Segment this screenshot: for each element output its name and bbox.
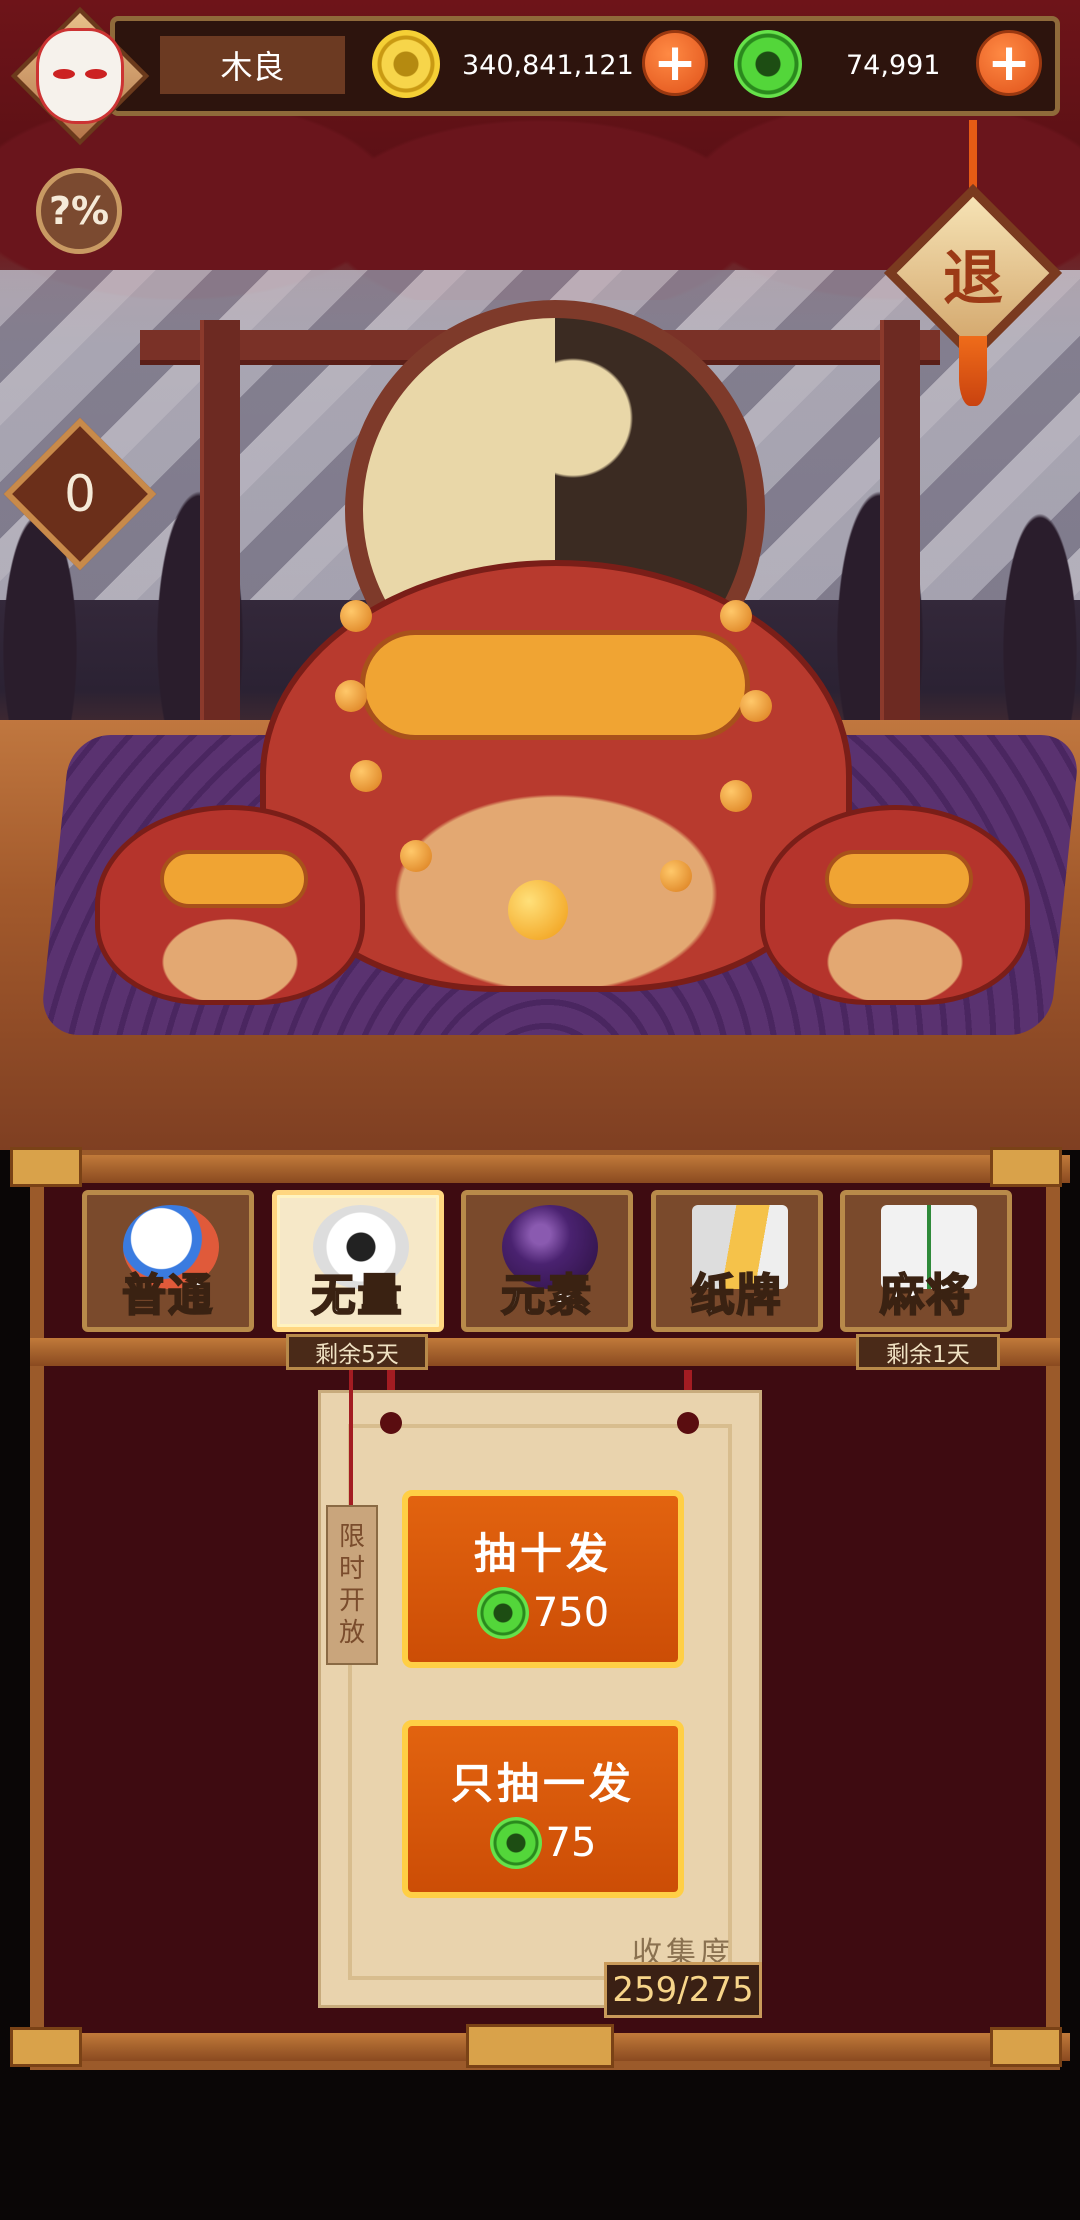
small-toad-left [95, 805, 365, 1005]
ten-pull-label: 抽十发 [473, 1528, 612, 1578]
gold-amount: 340,841,121 [462, 49, 634, 81]
tab-label: 无量 [311, 1269, 404, 1322]
tab-element[interactable]: 元素 [461, 1190, 633, 1332]
jade-amount: 74,991 [846, 49, 941, 81]
single-pull-cost-value: 75 [545, 1819, 597, 1866]
pin-icon [677, 1412, 699, 1434]
exit-label[interactable]: 退 [910, 210, 1036, 336]
probability-help-button[interactable]: ?% [36, 168, 122, 254]
pin-icon [380, 1412, 402, 1434]
tag-cord [349, 1370, 353, 1510]
tab-infinite[interactable]: 无量 [271, 1190, 444, 1332]
limited-tag-char: 时 [338, 1554, 365, 1584]
gold-coin-icon [372, 30, 440, 98]
toad-shrine-scene [0, 0, 1080, 1150]
bead-icon [340, 600, 372, 632]
jade-coin-icon [734, 30, 802, 98]
limited-tag-char: 开 [338, 1586, 365, 1616]
corner-bolt-icon [10, 2027, 82, 2067]
frame-rail-top [10, 1155, 1070, 1183]
limited-tag-char: 放 [338, 1618, 365, 1648]
add-jade-button[interactable]: + [976, 30, 1042, 96]
corner-bolt-icon [990, 2027, 1062, 2067]
bead-icon [720, 780, 752, 812]
ten-pull-cost: 750 [476, 1586, 610, 1639]
tab-label: 元素 [500, 1269, 593, 1322]
bead-icon [335, 680, 367, 712]
player-name: 木良 [160, 36, 345, 94]
bead-icon [720, 600, 752, 632]
single-pull-label: 只抽一发 [450, 1758, 635, 1808]
counter-value: 0 [64, 465, 96, 523]
add-gold-button[interactable]: + [642, 30, 708, 96]
panel-clasp-icon [466, 2024, 614, 2068]
pool-tabs: 普通 无量 元素 纸牌 麻将 [82, 1190, 1012, 1332]
bead-icon [660, 860, 692, 892]
tab-normal[interactable]: 普通 [82, 1190, 254, 1332]
tab-cards[interactable]: 纸牌 [650, 1190, 823, 1332]
big-toad-lips [360, 630, 750, 740]
corner-bolt-icon [990, 1147, 1062, 1187]
limited-tag-char: 限 [338, 1522, 365, 1552]
remaining-days-badge: 剩余5天 [286, 1334, 428, 1370]
collection-progress: 259/275 [604, 1962, 762, 2018]
tassel-icon [959, 336, 987, 406]
small-toad-right [760, 805, 1030, 1005]
shrine-pillar-right [880, 320, 920, 740]
tab-mahjong[interactable]: 麻将 [840, 1190, 1012, 1332]
limited-time-tag: 限 时 开 放 [326, 1505, 378, 1665]
tab-label: 麻将 [879, 1269, 972, 1322]
bead-icon [740, 690, 772, 722]
ten-pull-cost-value: 750 [532, 1589, 610, 1636]
corner-bolt-icon [10, 1147, 82, 1187]
shrine-pillar-left [200, 320, 240, 740]
single-pull-cost: 75 [489, 1816, 597, 1869]
tab-label: 纸牌 [690, 1269, 783, 1322]
ten-pull-button[interactable]: 抽十发 750 [402, 1490, 684, 1668]
bead-icon [350, 760, 382, 792]
remaining-days-badge: 剩余1天 [856, 1334, 1000, 1370]
tab-label: 普通 [121, 1269, 214, 1322]
jade-coin-icon [476, 1586, 529, 1639]
jade-coin-icon [489, 1816, 542, 1869]
golden-orb-icon [508, 880, 568, 940]
fox-mask-avatar-icon[interactable] [36, 28, 124, 124]
bead-icon [400, 840, 432, 872]
single-pull-button[interactable]: 只抽一发 75 [402, 1720, 684, 1898]
